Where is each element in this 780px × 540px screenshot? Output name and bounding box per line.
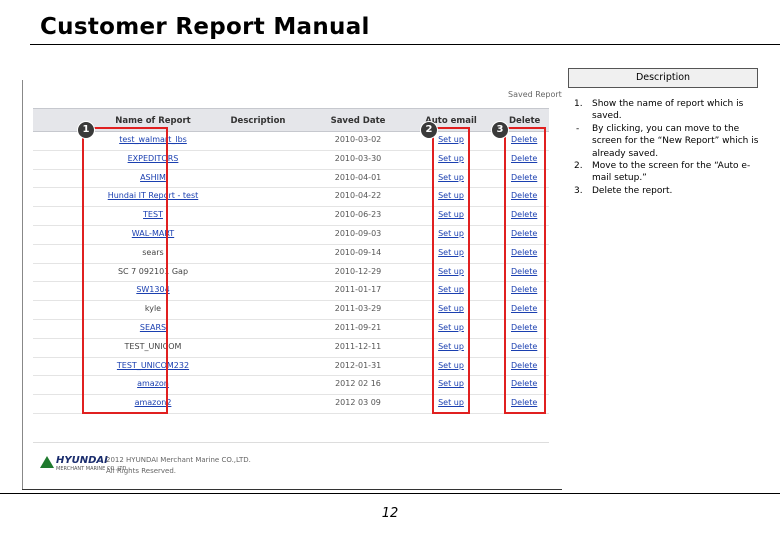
saved-date-cell: 2010-06-23 bbox=[334, 210, 382, 220]
description-text: Delete the report. bbox=[592, 185, 673, 196]
col-saved-date-header: Saved Date bbox=[330, 116, 386, 126]
footer-divider-line bbox=[0, 493, 780, 494]
footer-brand: HYUNDAI bbox=[56, 455, 108, 466]
saved-date-cell: 2011-01-17 bbox=[334, 285, 382, 295]
description-list: 1. Show the name of report which is save… bbox=[574, 98, 759, 197]
footer-rights: All Rights Reserved. bbox=[106, 467, 177, 475]
col-delete-header: Delete bbox=[509, 116, 541, 126]
saved-date-cell: 2010-03-02 bbox=[334, 135, 382, 144]
description-text: By clicking, you can move to the screen … bbox=[592, 123, 759, 159]
highlight-box-name bbox=[82, 127, 168, 414]
screenshot-border bbox=[22, 80, 23, 490]
description-marker: - bbox=[576, 123, 580, 134]
page-title: Customer Report Manual bbox=[40, 14, 370, 40]
screenshot-bottom-border bbox=[22, 489, 562, 490]
description-marker: 1. bbox=[574, 99, 583, 109]
saved-date-cell: 2010-09-03 bbox=[334, 229, 382, 238]
callout-badge-1: 1 bbox=[77, 121, 95, 139]
col-name-header: Name of Report bbox=[115, 116, 191, 126]
description-item: 3. Delete the report. bbox=[574, 185, 759, 197]
description-item: 2. Move to the screen for the “Auto e-ma… bbox=[574, 160, 759, 185]
saved-date-cell: 2010-03-30 bbox=[334, 153, 382, 163]
description-item: - By clicking, you can move to the scree… bbox=[574, 123, 759, 160]
description-header: Description bbox=[568, 68, 758, 88]
description-item: 1. Show the name of report which is save… bbox=[574, 98, 759, 123]
description-marker: 2. bbox=[574, 161, 583, 172]
saved-date-cell: 2012 02 16 bbox=[335, 379, 381, 389]
saved-report-label: Saved Report bbox=[508, 90, 562, 99]
saved-date-cell: 2011-09-21 bbox=[334, 323, 382, 332]
footer-copyright: 2012 HYUNDAI Merchant Marine CO.,LTD. bbox=[106, 456, 251, 464]
saved-date-cell: 2011-12-11 bbox=[334, 341, 382, 351]
saved-date-cell: 2010-04-01 bbox=[334, 172, 382, 182]
saved-date-cell: 2012 03 09 bbox=[335, 398, 381, 408]
footer-divider bbox=[33, 442, 549, 443]
description-text: Show the name of report which is saved. bbox=[592, 99, 744, 122]
saved-date-cell: 2012-01-31 bbox=[334, 360, 382, 370]
col-description-header: Description bbox=[230, 116, 286, 126]
highlight-box-auto-email bbox=[432, 127, 470, 414]
saved-date-cell: 2011-03-29 bbox=[334, 304, 382, 314]
title-divider bbox=[30, 44, 780, 45]
saved-date-cell: 2010-09-14 bbox=[334, 247, 382, 257]
description-marker: 3. bbox=[574, 185, 583, 196]
callout-badge-3: 3 bbox=[491, 121, 509, 139]
callout-badge-2: 2 bbox=[420, 121, 438, 139]
saved-date-cell: 2010-12-29 bbox=[334, 266, 382, 276]
description-text: Move to the screen for the “Auto e-mail … bbox=[592, 161, 751, 184]
highlight-box-delete bbox=[504, 127, 546, 414]
saved-date-cell: 2010-04-22 bbox=[334, 191, 382, 201]
page-number: 12 bbox=[381, 506, 399, 521]
